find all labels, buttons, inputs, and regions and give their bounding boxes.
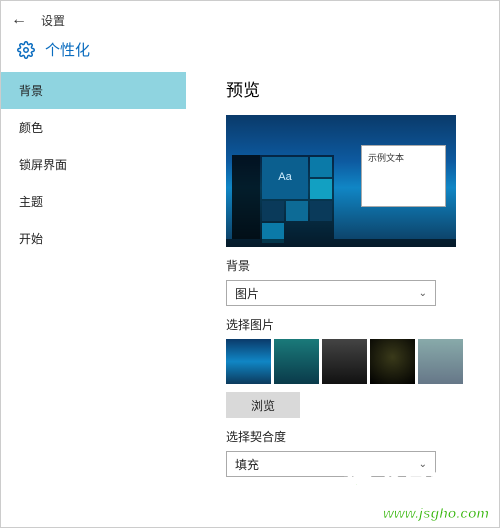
thumbnail-2[interactable] xyxy=(274,339,319,384)
thumbnail-3[interactable] xyxy=(322,339,367,384)
background-label: 背景 xyxy=(226,257,477,274)
fit-select[interactable]: 填充 ⌄ xyxy=(226,451,436,477)
picture-thumbnails xyxy=(226,339,477,384)
gear-icon xyxy=(17,41,35,59)
titlebar: ← 设置 xyxy=(1,1,499,39)
sidebar-item-colors[interactable]: 颜色 xyxy=(1,109,186,146)
tile-sample-text: Aa xyxy=(262,157,308,199)
page-title: 个性化 xyxy=(45,39,90,60)
thumbnail-5[interactable] xyxy=(418,339,463,384)
fit-value: 填充 xyxy=(235,456,259,473)
chevron-down-icon: ⌄ xyxy=(419,288,427,299)
thumbnail-1[interactable] xyxy=(226,339,271,384)
sidebar-item-background[interactable]: 背景 xyxy=(1,72,186,109)
choose-picture-label: 选择图片 xyxy=(226,316,477,333)
content-area: 预览 Aa 示例文本 背景 图片 ⌄ xyxy=(186,68,499,526)
sidebar: 背景 颜色 锁屏界面 主题 开始 xyxy=(1,68,186,526)
start-menu-preview: Aa xyxy=(232,155,334,239)
sidebar-item-themes[interactable]: 主题 xyxy=(1,183,186,220)
back-icon[interactable]: ← xyxy=(11,11,27,29)
desktop-preview: Aa 示例文本 xyxy=(226,115,456,247)
page-header: 个性化 xyxy=(1,39,499,68)
background-type-value: 图片 xyxy=(235,285,259,302)
browse-button[interactable]: 浏览 xyxy=(226,392,300,418)
fit-label: 选择契合度 xyxy=(226,428,477,445)
window-preview: 示例文本 xyxy=(361,145,446,207)
thumbnail-4[interactable] xyxy=(370,339,415,384)
preview-heading: 预览 xyxy=(226,76,477,101)
taskbar-preview xyxy=(226,239,456,247)
sidebar-item-lockscreen[interactable]: 锁屏界面 xyxy=(1,146,186,183)
sidebar-item-start[interactable]: 开始 xyxy=(1,220,186,257)
background-type-select[interactable]: 图片 ⌄ xyxy=(226,280,436,306)
sample-text-label: 示例文本 xyxy=(368,153,404,163)
settings-label: 设置 xyxy=(41,12,65,29)
chevron-down-icon: ⌄ xyxy=(419,459,427,470)
